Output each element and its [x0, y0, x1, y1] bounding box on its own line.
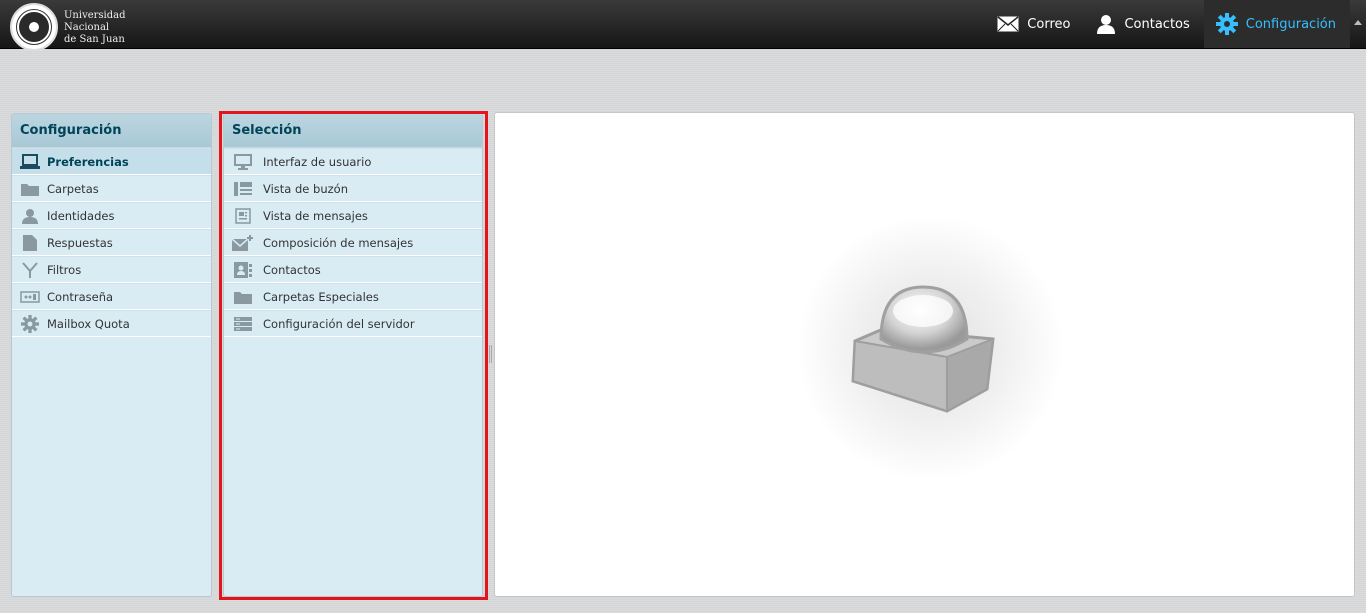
pref-contactos[interactable]: Contactos: [224, 256, 482, 283]
laptop-icon: [19, 153, 41, 171]
pref-vista-mensajes-label: Vista de mensajes: [263, 208, 368, 223]
section-contrasena-label: Contraseña: [47, 289, 114, 304]
logo-line-1: Universidad: [64, 10, 126, 21]
section-identidades-label: Identidades: [47, 208, 115, 223]
envelope-icon: [997, 16, 1019, 32]
roundcube-logo-icon: [851, 285, 995, 413]
section-filtros[interactable]: Filtros: [12, 256, 211, 283]
section-identidades[interactable]: Identidades: [12, 202, 211, 229]
settings-panel-title: Configuración: [12, 114, 211, 148]
filter-icon: [19, 261, 41, 279]
section-mailbox-quota[interactable]: Mailbox Quota: [12, 310, 211, 337]
pref-contactos-label: Contactos: [263, 262, 321, 277]
section-carpetas-label: Carpetas: [47, 181, 99, 196]
section-preferencias-label: Preferencias: [47, 154, 129, 169]
pref-vista-de-mensajes[interactable]: Vista de mensajes: [224, 202, 482, 229]
section-preferencias[interactable]: Preferencias: [12, 148, 211, 175]
password-icon: [19, 288, 41, 306]
gear-icon: [1215, 13, 1238, 35]
pref-carpetas-especiales[interactable]: Carpetas Especiales: [224, 283, 482, 310]
message-view-icon: [232, 207, 254, 225]
folder-icon: [232, 288, 254, 306]
server-icon: [232, 315, 254, 333]
preferences-content-area: [494, 112, 1355, 597]
selection-panel-title: Selección: [224, 114, 482, 148]
nav-configuracion[interactable]: Configuración: [1203, 0, 1350, 48]
preferences-selection-panel: Selección Interfaz de usuario Vista de b…: [223, 113, 483, 597]
mailbox-view-icon: [232, 180, 254, 198]
logo-text: Universidad Nacional de San Juan: [64, 10, 126, 46]
pref-vista-de-buzon[interactable]: Vista de buzón: [224, 175, 482, 202]
folder-icon: [19, 180, 41, 198]
pref-interfaz-label: Interfaz de usuario: [263, 154, 372, 169]
top-navigation: Correo Contactos Configuración: [985, 0, 1362, 48]
logo-line-3: de San Juan: [64, 34, 125, 45]
nav-contactos[interactable]: Contactos: [1084, 0, 1203, 48]
pref-composicion-label: Composición de mensajes: [263, 235, 414, 250]
gear-icon: [19, 314, 41, 333]
contact-card-icon: [232, 261, 254, 279]
nav-configuracion-label: Configuración: [1245, 16, 1336, 32]
pref-composicion-de-mensajes[interactable]: Composición de mensajes: [224, 229, 482, 256]
section-respuestas-label: Respuestas: [47, 235, 113, 250]
logo-line-2: Nacional: [64, 22, 110, 33]
section-carpetas[interactable]: Carpetas: [12, 175, 211, 202]
section-contrasena[interactable]: Contraseña: [12, 283, 211, 310]
document-icon: [19, 234, 41, 252]
section-filtros-label: Filtros: [47, 262, 82, 277]
pref-interfaz-de-usuario[interactable]: Interfaz de usuario: [224, 148, 482, 175]
monitor-icon: [232, 153, 254, 171]
pref-vista-buzon-label: Vista de buzón: [263, 181, 348, 196]
pref-configuracion-del-servidor[interactable]: Configuración del servidor: [224, 310, 482, 337]
nav-correo[interactable]: Correo: [985, 0, 1084, 48]
pref-servidor-label: Configuración del servidor: [263, 316, 415, 331]
section-mailbox-quota-label: Mailbox Quota: [47, 316, 130, 331]
settings-sections-panel: Configuración Preferencias Carpetas Iden…: [11, 113, 212, 597]
person-icon: [1097, 15, 1116, 34]
university-seal-icon: [10, 3, 58, 51]
person-icon: [19, 207, 41, 225]
pref-carpetas-especiales-label: Carpetas Especiales: [263, 289, 379, 304]
university-logo[interactable]: Universidad Nacional de San Juan: [10, 3, 126, 52]
nav-correo-label: Correo: [1027, 16, 1071, 32]
compose-icon: [232, 234, 254, 252]
top-bar: Universidad Nacional de San Juan Correo …: [0, 0, 1366, 52]
section-respuestas[interactable]: Respuestas: [12, 229, 211, 256]
nav-contactos-label: Contactos: [1124, 16, 1190, 32]
panel-splitter[interactable]: [489, 345, 492, 363]
collapse-arrow-icon[interactable]: [1354, 20, 1362, 25]
